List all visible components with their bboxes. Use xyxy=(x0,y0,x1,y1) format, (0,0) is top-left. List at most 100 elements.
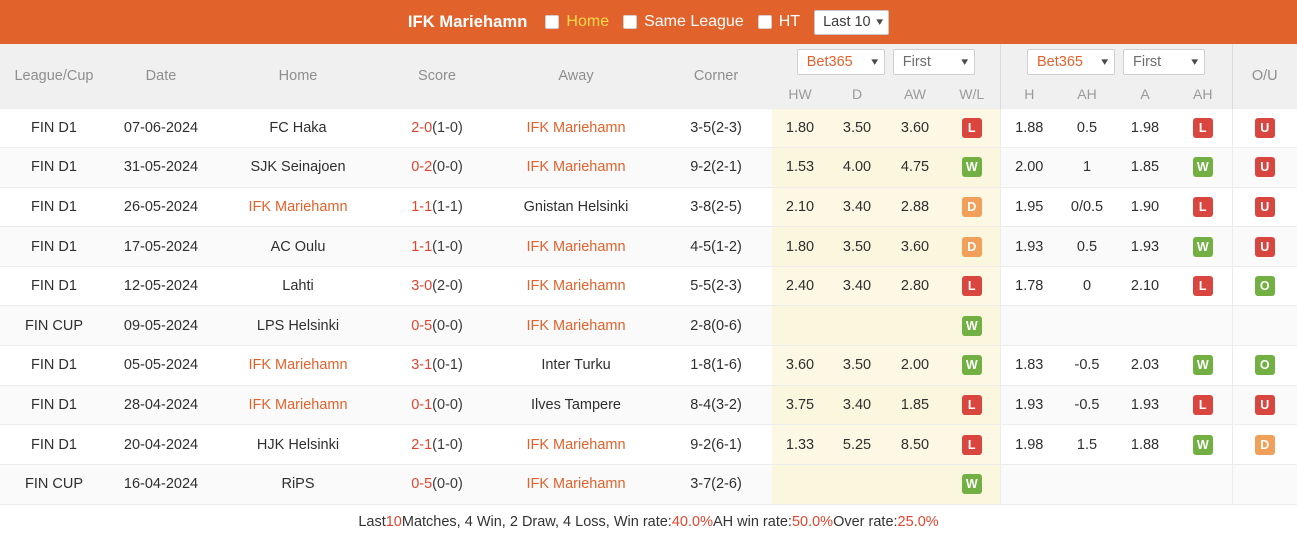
filter-home-label: Home xyxy=(566,13,610,30)
cell-score: 2-0(1-0) xyxy=(382,107,492,148)
cell-ah-a: 2.03 xyxy=(1116,345,1174,386)
cell-home: IFK Mariehamn xyxy=(214,186,382,227)
odds1-bookmaker-select[interactable]: Bet365 ▾ xyxy=(796,49,885,75)
table-row[interactable]: FIN D1 05-05-2024 IFK Mariehamn 3-1(0-1) Int… xyxy=(0,345,1297,386)
cell-score: 2-1(1-0) xyxy=(382,424,492,465)
cell-home: LPS Helsinki xyxy=(214,305,382,346)
cell-away: IFK Mariehamn xyxy=(492,463,660,504)
cell-ah-h: 1.93 xyxy=(999,226,1058,267)
away-team-name: IFK Mariehamn xyxy=(526,119,626,136)
summary-record: Matches, 4 Win, 2 Draw, 4 Loss, Win rate… xyxy=(401,514,672,531)
match-history-table: League/Cup Date Home Score Away Corner B… xyxy=(0,44,1297,504)
result-badge-u: U xyxy=(1254,117,1275,138)
cell-odds-hw: 2.10 xyxy=(772,186,828,227)
cell-away: Ilves Tampere xyxy=(492,384,660,425)
score-halftime: (0-1) xyxy=(432,357,463,374)
col-header-d: D xyxy=(828,80,886,108)
cell-odds-wl: D xyxy=(944,186,1000,227)
cell-corner: 3-8(2-5) xyxy=(660,186,772,227)
odds2-period-select[interactable]: First ▾ xyxy=(1123,49,1205,75)
home-team-name: FC Haka xyxy=(269,119,327,136)
cell-odds-aw: 2.88 xyxy=(886,186,944,227)
cell-ah-a: 2.10 xyxy=(1116,265,1174,306)
cell-date: 05-05-2024 xyxy=(108,345,214,386)
cell-ou: O xyxy=(1231,265,1297,306)
cell-ah-a: 1.88 xyxy=(1116,424,1174,465)
table-row[interactable]: FIN CUP 09-05-2024 LPS Helsinki 0-5(0-0) IFK… xyxy=(0,305,1297,346)
cell-score: 1-1(1-1) xyxy=(382,186,492,227)
cell-corner: 3-7(2-6) xyxy=(660,463,772,504)
table-row[interactable]: FIN D1 26-05-2024 IFK Mariehamn 1-1(1-1) Gni… xyxy=(0,186,1297,227)
cell-ah-h: 2.00 xyxy=(999,147,1058,188)
odds1-period-select[interactable]: First ▾ xyxy=(892,49,975,75)
cell-ou xyxy=(1231,305,1297,346)
cell-odds-wl: W xyxy=(944,147,1000,188)
checkbox-home[interactable] xyxy=(545,15,560,29)
cell-score: 3-0(2-0) xyxy=(382,265,492,306)
cell-home: Lahti xyxy=(214,265,382,306)
cell-corner: 2-8(0-6) xyxy=(660,305,772,346)
cell-ah-result: W xyxy=(1174,226,1232,267)
cell-home: AC Oulu xyxy=(214,226,382,267)
cell-home: IFK Mariehamn xyxy=(214,384,382,425)
chevron-down-icon: ▾ xyxy=(1191,55,1199,68)
cell-ah-line: -0.5 xyxy=(1058,384,1116,425)
score-halftime: (0-0) xyxy=(432,159,463,176)
cell-ah-h: 1.98 xyxy=(999,424,1058,465)
cell-corner: 3-5(2-3) xyxy=(660,107,772,148)
result-badge-l: L xyxy=(961,434,982,455)
cell-ah-result: L xyxy=(1174,107,1232,148)
cell-ah-a: 1.85 xyxy=(1116,147,1174,188)
home-team-name: HJK Helsinki xyxy=(256,436,340,453)
cell-ah-a: 1.98 xyxy=(1116,107,1174,148)
filter-home[interactable]: Home xyxy=(545,13,609,31)
cell-odds-d: 4.00 xyxy=(828,147,886,188)
cell-odds-wl: W xyxy=(944,305,1000,346)
cell-score: 3-1(0-1) xyxy=(382,345,492,386)
cell-odds-aw xyxy=(886,305,944,346)
odds2-bookmaker-select[interactable]: Bet365 ▾ xyxy=(1027,49,1115,75)
filter-same-league[interactable]: Same League xyxy=(623,13,744,31)
match-range-select[interactable]: Last 10 ▾ xyxy=(814,9,890,35)
filter-same-league-label: Same League xyxy=(644,13,744,30)
cell-league: FIN CUP xyxy=(0,305,108,346)
table-row[interactable]: FIN CUP 16-04-2024 RiPS 0-5(0-0) IFK Marieha… xyxy=(0,463,1297,504)
result-badge-l: L xyxy=(1192,117,1213,138)
score-fulltime: 1-1 xyxy=(411,238,433,255)
filter-ht[interactable]: HT xyxy=(757,13,800,31)
cell-odds-aw: 2.00 xyxy=(886,345,944,386)
cell-odds-wl: W xyxy=(944,463,1000,504)
summary-over-rate: 25.0% xyxy=(897,514,939,531)
checkbox-ht[interactable] xyxy=(757,15,772,29)
cell-ah-h: 1.93 xyxy=(999,384,1058,425)
score-halftime: (1-0) xyxy=(432,119,463,136)
result-badge-w: W xyxy=(961,355,982,376)
table-row[interactable]: FIN D1 28-04-2024 IFK Mariehamn 0-1(0-0) Ilv… xyxy=(0,384,1297,425)
cell-ah-line: -0.5 xyxy=(1058,345,1116,386)
cell-ou: U xyxy=(1231,226,1297,267)
cell-odds-hw: 1.80 xyxy=(772,226,828,267)
cell-odds-hw xyxy=(772,305,828,346)
cell-ou: U xyxy=(1231,147,1297,188)
result-badge-w: W xyxy=(961,474,982,495)
checkbox-same-league[interactable] xyxy=(623,15,638,29)
table-row[interactable]: FIN D1 07-06-2024 FC Haka 2-0(1-0) IFK Marie… xyxy=(0,107,1297,148)
cell-odds-aw: 1.85 xyxy=(886,384,944,425)
table-row[interactable]: FIN D1 17-05-2024 AC Oulu 1-1(1-0) IFK Marie… xyxy=(0,226,1297,267)
table-row[interactable]: FIN D1 31-05-2024 SJK Seinajoen 0-2(0-0) IFK… xyxy=(0,147,1297,188)
cell-ou xyxy=(1231,463,1297,504)
summary-ah-label: AH win rate: xyxy=(712,514,792,531)
cell-odds-hw: 1.80 xyxy=(772,107,828,148)
cell-ah-h: 1.83 xyxy=(999,345,1058,386)
cell-home: SJK Seinajoen xyxy=(214,147,382,188)
cell-ah-line: 1.5 xyxy=(1058,424,1116,465)
home-team-name: IFK Mariehamn xyxy=(248,198,348,215)
home-team-name: LPS Helsinki xyxy=(256,317,340,334)
result-badge-d: D xyxy=(961,236,982,257)
cell-ah-result: L xyxy=(1174,186,1232,227)
table-row[interactable]: FIN D1 20-04-2024 HJK Helsinki 2-1(1-0) IFK … xyxy=(0,424,1297,465)
cell-date: 31-05-2024 xyxy=(108,147,214,188)
table-row[interactable]: FIN D1 12-05-2024 Lahti 3-0(2-0) IFK Marieha… xyxy=(0,265,1297,306)
cell-odds-d xyxy=(828,463,886,504)
result-badge-u: U xyxy=(1254,394,1275,415)
